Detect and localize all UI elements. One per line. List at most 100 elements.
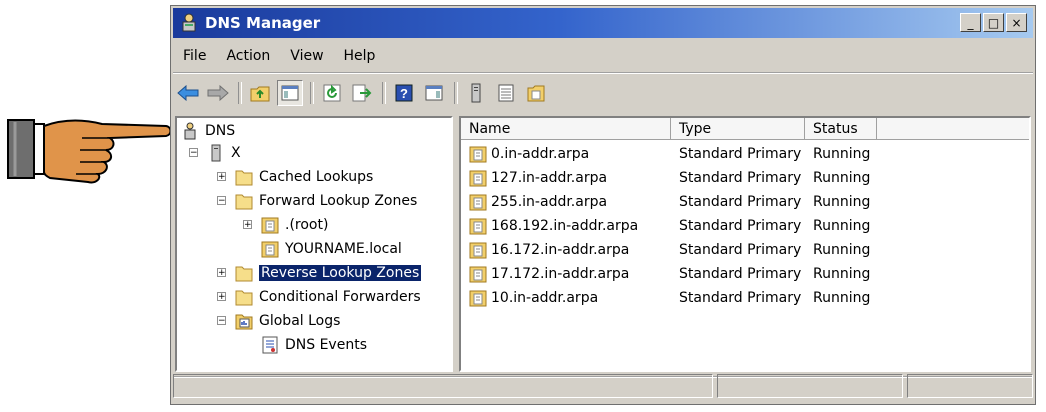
- tree-node-root-zone[interactable]: .(root): [261, 214, 328, 236]
- tree-label: DNS: [205, 123, 236, 139]
- dns-app-icon: [182, 13, 196, 32]
- tree-node-local-zone[interactable]: YOURNAME.local: [261, 238, 402, 260]
- collapse-toggle[interactable]: −: [189, 148, 198, 158]
- dns-app-icon: [184, 122, 196, 140]
- cell-type: Standard Primary: [679, 290, 802, 306]
- toolbar-separator: [382, 82, 386, 104]
- tree-node-cached-lookups[interactable]: Cached Lookups: [235, 166, 373, 188]
- table-row[interactable]: 10.in-addr.arpa Standard Primary Running: [461, 286, 885, 310]
- title-bar[interactable]: DNS Manager _ □ ×: [173, 8, 1033, 38]
- expand-toggle[interactable]: +: [217, 292, 226, 302]
- tree-node-conditional-forwarders[interactable]: Conditional Forwarders: [235, 286, 421, 308]
- list-icon[interactable]: [493, 80, 519, 106]
- back-arrow-icon[interactable]: [175, 80, 201, 106]
- export-list-icon[interactable]: [349, 80, 375, 106]
- tree-node-dns[interactable]: DNS: [181, 120, 235, 142]
- cell-type: Standard Primary: [679, 266, 802, 282]
- folder-icon: [235, 266, 253, 282]
- maximize-button[interactable]: □: [983, 13, 1004, 32]
- minimize-button[interactable]: _: [960, 13, 981, 32]
- tree-label-selected: Reverse Lookup Zones: [259, 265, 422, 281]
- cell-type: Standard Primary: [679, 170, 802, 186]
- cell-status: Running: [813, 146, 871, 162]
- status-panel: [907, 374, 1033, 398]
- column-header-type[interactable]: Type: [671, 118, 805, 140]
- collapse-toggle[interactable]: −: [217, 316, 226, 326]
- cell-type: Standard Primary: [679, 242, 802, 258]
- menu-action[interactable]: Action: [216, 48, 280, 64]
- tree-label: Forward Lookup Zones: [259, 193, 418, 209]
- zone-name: 127.in-addr.arpa: [491, 170, 608, 186]
- status-panel: [173, 374, 713, 398]
- tree-label: X: [231, 145, 241, 161]
- tree-node-server[interactable]: X: [207, 142, 241, 164]
- close-button[interactable]: ×: [1006, 13, 1027, 32]
- list-header: Name Type Status: [461, 118, 1029, 140]
- menu-file[interactable]: File: [173, 48, 216, 64]
- menu-help[interactable]: Help: [334, 48, 386, 64]
- tree-label: .(root): [285, 217, 329, 233]
- tree-node-forward-lookup-zones[interactable]: Forward Lookup Zones: [235, 190, 417, 212]
- toolbar-separator: [310, 82, 314, 104]
- show-hide-tree-icon[interactable]: [277, 80, 303, 106]
- zone-file-icon: [469, 170, 487, 187]
- toolbar: ?: [175, 78, 553, 108]
- zone-file-icon: [469, 146, 487, 163]
- table-row[interactable]: 0.in-addr.arpa Standard Primary Running: [461, 142, 885, 166]
- folder-icon[interactable]: [523, 80, 549, 106]
- zone-file-icon: [469, 290, 487, 307]
- zone-file-icon: [469, 194, 487, 211]
- expand-toggle[interactable]: +: [217, 172, 226, 182]
- column-header-name[interactable]: Name: [461, 118, 671, 140]
- zone-file-icon: [261, 217, 279, 234]
- console-tree[interactable]: DNS − X + Cached Lookups − Forward Looku…: [175, 116, 453, 372]
- cell-name: 255.in-addr.arpa: [461, 193, 671, 211]
- zone-name: 0.in-addr.arpa: [491, 146, 590, 162]
- cell-status: Running: [813, 194, 871, 210]
- table-row[interactable]: 255.in-addr.arpa Standard Primary Running: [461, 190, 885, 214]
- results-list[interactable]: Name Type Status 0.in-addr.arpa Standard …: [459, 116, 1031, 372]
- folder-icon: [235, 194, 253, 210]
- cell-status: Running: [813, 290, 871, 306]
- tree-node-dns-events[interactable]: DNS Events: [261, 334, 367, 356]
- table-row[interactable]: 16.172.in-addr.arpa Standard Primary Runni…: [461, 238, 885, 262]
- collapse-toggle[interactable]: −: [217, 196, 226, 206]
- zone-name: 255.in-addr.arpa: [491, 194, 608, 210]
- menu-view[interactable]: View: [280, 48, 333, 64]
- toolbar-separator: [454, 82, 458, 104]
- tree-label: Conditional Forwarders: [259, 289, 421, 305]
- server-icon: [211, 144, 221, 162]
- dns-manager-window: DNS Manager _ □ × File Action View Help: [170, 5, 1036, 405]
- window-title: DNS Manager: [205, 14, 321, 32]
- zone-file-icon: [261, 241, 279, 258]
- column-header-status[interactable]: Status: [805, 118, 877, 140]
- folder-icon: [235, 290, 253, 306]
- cell-status: Running: [813, 266, 871, 282]
- refresh-icon[interactable]: [319, 80, 345, 106]
- expand-toggle[interactable]: +: [217, 268, 226, 278]
- zone-name: 10.in-addr.arpa: [491, 290, 599, 306]
- server-icon[interactable]: [463, 80, 489, 106]
- tree-node-global-logs[interactable]: Global Logs: [235, 310, 340, 332]
- forward-arrow-icon[interactable]: [205, 80, 231, 106]
- zone-name: 168.192.in-addr.arpa: [491, 218, 639, 234]
- cell-type: Standard Primary: [679, 146, 802, 162]
- cell-name: 17.172.in-addr.arpa: [461, 265, 671, 283]
- table-row[interactable]: 168.192.in-addr.arpa Standard Primary Runn…: [461, 214, 885, 238]
- cell-status: Running: [813, 242, 871, 258]
- cell-name: 127.in-addr.arpa: [461, 169, 671, 187]
- tree-node-reverse-lookup-zones[interactable]: Reverse Lookup Zones: [235, 262, 422, 284]
- menu-divider: [173, 72, 1033, 74]
- table-row[interactable]: 127.in-addr.arpa Standard Primary Running: [461, 166, 885, 190]
- help-icon[interactable]: ?: [391, 80, 417, 106]
- zone-file-icon: [469, 218, 487, 235]
- cell-type: Standard Primary: [679, 194, 802, 210]
- status-panel: [717, 374, 903, 398]
- action-pane-icon[interactable]: [421, 80, 447, 106]
- expand-toggle[interactable]: +: [243, 220, 252, 230]
- status-bar: [173, 374, 1033, 400]
- event-log-folder-icon: [235, 314, 253, 330]
- table-row[interactable]: 17.172.in-addr.arpa Standard Primary Runni…: [461, 262, 885, 286]
- cell-status: Running: [813, 170, 871, 186]
- up-folder-icon[interactable]: [247, 80, 273, 106]
